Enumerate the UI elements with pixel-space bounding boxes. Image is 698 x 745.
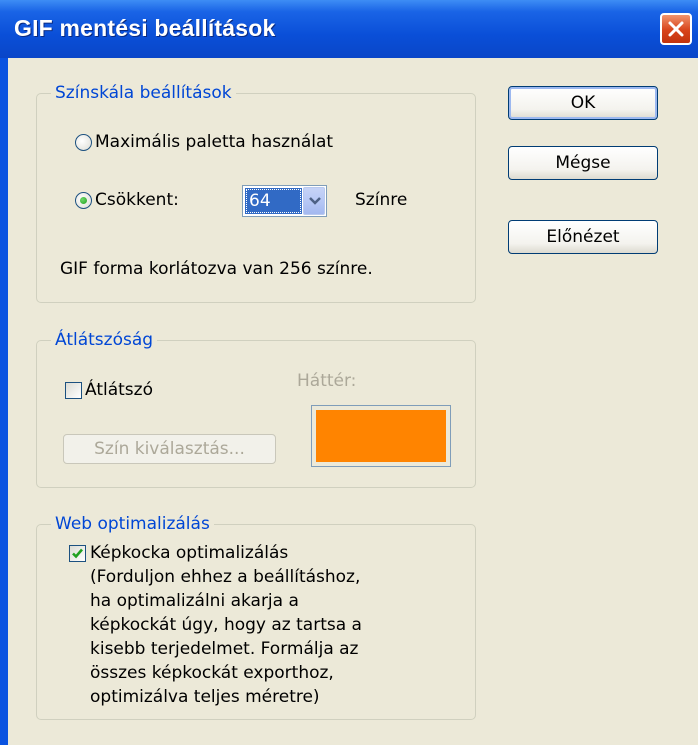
dialog-window: GIF mentési beállítások Színskála beállí…: [0, 0, 698, 745]
description-line: kisebb terjedelmet. Formálja az: [90, 639, 359, 659]
color-settings-group: Színskála beállítások Maximális paletta …: [36, 83, 476, 303]
ok-button[interactable]: OK: [508, 86, 658, 120]
transparency-group: Átlátszóság Átlátszó Háttér: Szín kivála…: [36, 330, 476, 488]
dropdown-arrow-button[interactable]: [303, 187, 325, 215]
transparency-legend: Átlátszóság: [51, 330, 158, 350]
checkmark-icon: [72, 548, 83, 559]
transparent-checkbox[interactable]: [65, 382, 82, 399]
description-line: összes képkockát exporthoz,: [90, 663, 334, 683]
title-bar[interactable]: GIF mentési beállítások: [0, 0, 698, 58]
description-line: (Forduljon ehhez a beállításhoz,: [90, 567, 361, 587]
frame-optimization-description[interactable]: Képkocka optimalizálás (Forduljon ehhez …: [90, 541, 362, 709]
frame-optimization-checkbox[interactable]: [69, 545, 86, 562]
description-line: képkockát úgy, hogy az tartsa a: [90, 615, 362, 635]
reduced-label[interactable]: Csökkent:: [95, 190, 179, 210]
background-color-fill: [316, 410, 446, 462]
choose-color-button[interactable]: Szín kiválasztás...: [63, 434, 276, 464]
color-settings-legend: Színskála beállítások: [51, 83, 236, 103]
web-optimization-legend: Web optimalizálás: [51, 514, 214, 534]
description-line: optimizálva teljes méretre): [90, 687, 320, 707]
color-count-select[interactable]: 64: [242, 185, 327, 217]
description-line: Képkocka optimalizálás: [90, 543, 289, 563]
background-label: Háttér:: [297, 371, 357, 391]
cancel-button[interactable]: Mégse: [508, 146, 658, 180]
transparent-label[interactable]: Átlátszó: [85, 380, 153, 400]
reduced-radio[interactable]: [75, 192, 92, 209]
window-title: GIF mentési beállítások: [14, 15, 276, 41]
gif-limit-note: GIF forma korlátozva van 256 színre.: [60, 259, 373, 279]
colors-suffix-label: Színre: [355, 190, 408, 210]
chevron-down-icon: [309, 197, 321, 205]
color-count-value: 64: [245, 188, 302, 214]
description-line: ha optimalizálni akarja a: [90, 591, 299, 611]
max-palette-label[interactable]: Maximális paletta használat: [95, 132, 333, 152]
max-palette-radio[interactable]: [75, 134, 92, 151]
background-color-swatch: [311, 405, 451, 467]
preview-button[interactable]: Előnézet: [508, 220, 658, 254]
dialog-body: Színskála beállítások Maximális paletta …: [8, 58, 698, 745]
close-icon: [668, 21, 684, 37]
close-button[interactable]: [660, 13, 692, 45]
web-optimization-group: Web optimalizálás Képkocka optimalizálás…: [36, 514, 476, 720]
